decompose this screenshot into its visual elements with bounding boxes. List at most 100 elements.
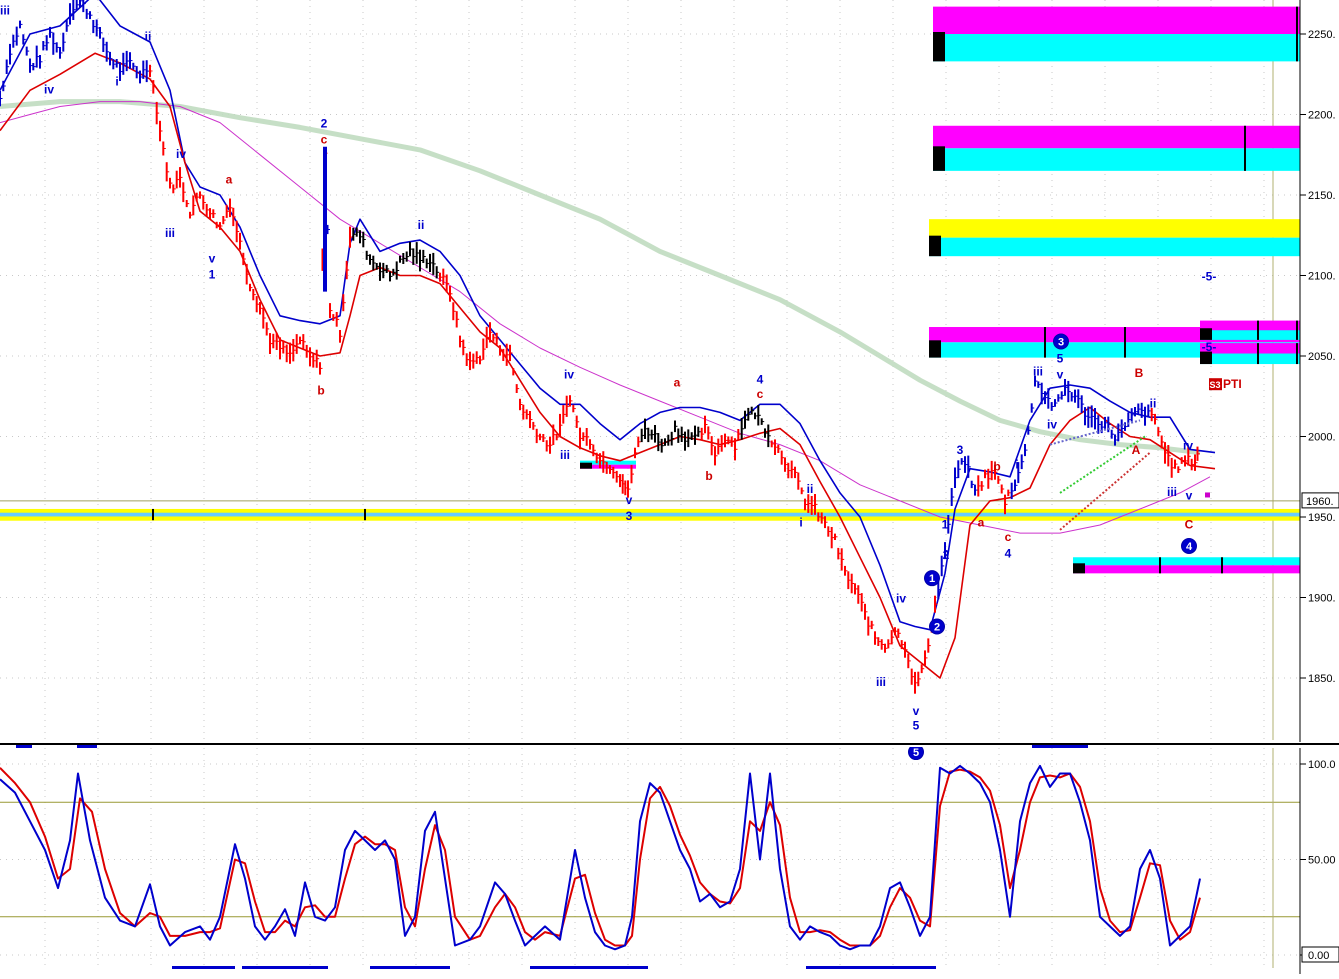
zone-start-marker [929, 235, 941, 257]
wave-label: 2 [943, 548, 950, 562]
wave-label: iii [1033, 364, 1043, 378]
wave-label: iv [176, 147, 186, 161]
wave-label: 3 [957, 443, 964, 457]
target-zone-top [929, 219, 1300, 238]
wave-label: i [799, 516, 802, 530]
target-zone-top [1073, 557, 1300, 566]
zone-start-marker [580, 462, 592, 469]
stochastic-k-line [0, 764, 1201, 951]
wave-label: b [705, 469, 712, 483]
wave-label: iii [560, 448, 570, 462]
target-zone-bottom [1200, 330, 1300, 340]
osc-signal-bar [530, 966, 648, 969]
wave-label: v [913, 704, 920, 718]
price-axis-label: 1900. [1308, 593, 1336, 605]
target-zone-top [933, 6, 1300, 34]
osc-signal-bar [806, 966, 936, 969]
wave-circle-label: 5 [913, 747, 919, 759]
price-axis-label: 2100. [1308, 271, 1336, 283]
last-price-label: 1960. [1306, 496, 1334, 508]
wave-label: a [978, 516, 985, 530]
price-axis-label: 1950. [1308, 512, 1336, 524]
wave-label: c [1005, 530, 1012, 544]
pti-tag-label: PTI [1223, 377, 1242, 391]
wave-circle-label: 1 [929, 573, 935, 585]
support-band-stripe [0, 512, 1300, 517]
stochastic-d-line [0, 767, 1201, 947]
wave-label: a [674, 376, 681, 390]
wave-circle-label: 2 [934, 621, 940, 633]
wave-label: ii [418, 218, 425, 232]
wave-label: 5 [913, 719, 920, 733]
wave-label: a [226, 173, 233, 187]
support-band-stripe [0, 516, 1300, 521]
wave-label: iv [896, 591, 906, 605]
signal-bar [77, 745, 97, 748]
oscillator-panel [0, 748, 1318, 969]
osc-signal-bar [172, 966, 235, 969]
price-axis-label: 2250. [1308, 29, 1336, 41]
wave-label: i [115, 75, 118, 89]
target-zone-bottom [1200, 353, 1300, 365]
price-axis-label: 2050. [1308, 351, 1336, 363]
wave-label: b [993, 459, 1000, 473]
zone-start-marker [933, 146, 945, 171]
wave-label: v [1186, 488, 1193, 502]
wave-label: 1 [209, 268, 216, 282]
wave-label: b [317, 384, 324, 398]
osc-signal-bar [242, 966, 328, 969]
osc-axis-label: 50.00 [1308, 855, 1336, 867]
wave-label: ii [807, 482, 814, 496]
wave-label: iv [564, 368, 574, 382]
wave-label: iv [1047, 417, 1057, 431]
wave-label: B [1135, 366, 1144, 380]
osc-axis-label: 0.00 [1308, 950, 1329, 962]
elliott-wave-chart: iiiiviiiiviiiav12cbiiiviiiab4cv3iiiiviii… [0, 0, 1339, 974]
wave-label: iii [1167, 485, 1177, 499]
zone-start-marker [1200, 328, 1212, 340]
wave-label: 4 [1005, 546, 1012, 560]
wave-label: 5 [1057, 351, 1064, 365]
marker-dot [1205, 492, 1210, 498]
osc-axis-label: 100.0 [1308, 759, 1336, 771]
wave-label: ii [1150, 397, 1157, 411]
pti-tag-prefix: S3 [1209, 380, 1220, 390]
wave-label: iv [44, 83, 54, 97]
signal-bar [16, 745, 32, 748]
support-band-stripe [0, 508, 1300, 514]
price-axis-label: 2000. [1308, 432, 1336, 444]
wave-label: c [757, 387, 764, 401]
wave-label: v [209, 252, 216, 266]
wave-label: A [1132, 443, 1141, 457]
osc-signal-bar [370, 966, 450, 969]
wave-label: 4 [757, 372, 764, 386]
signal-bar [1032, 745, 1088, 748]
wave-label: iii [876, 675, 886, 689]
price-axis-label: 2150. [1308, 190, 1336, 202]
wave-label: -5- [1202, 340, 1217, 354]
wave-label: v [1057, 368, 1064, 382]
target-zone-bottom [933, 34, 1300, 62]
wave-label: ii [145, 29, 152, 43]
zone-start-marker [933, 32, 945, 62]
wave-label: -5- [1202, 269, 1217, 283]
chart-root: iii iv ii i iv iii a v 1 2 c b ii iv iii a b 4 c v 3 ii i iv iii… [0, 0, 1339, 974]
zone-start-marker [1073, 563, 1085, 574]
wave-label: c [321, 132, 328, 146]
wave-label: 1 [942, 517, 949, 531]
wave-label: v [626, 493, 633, 507]
wave-label: C [1185, 517, 1194, 531]
wave-circle-label: 4 [1186, 541, 1193, 553]
target-zone-bottom [929, 237, 1300, 257]
price-axis-label: 2200. [1308, 110, 1336, 122]
wave-label: i [1015, 458, 1018, 472]
price-axis-label: 1850. [1308, 673, 1336, 685]
wave-label: iv [1183, 438, 1193, 452]
target-zone-top [1200, 320, 1300, 331]
zone-start-marker [929, 340, 941, 358]
wave-circle-label: 3 [1058, 337, 1064, 349]
wave-label: 2 [321, 116, 328, 130]
wave-label: iii [0, 4, 10, 18]
wave-label: iii [165, 226, 175, 240]
target-zone-bottom [1073, 565, 1300, 574]
